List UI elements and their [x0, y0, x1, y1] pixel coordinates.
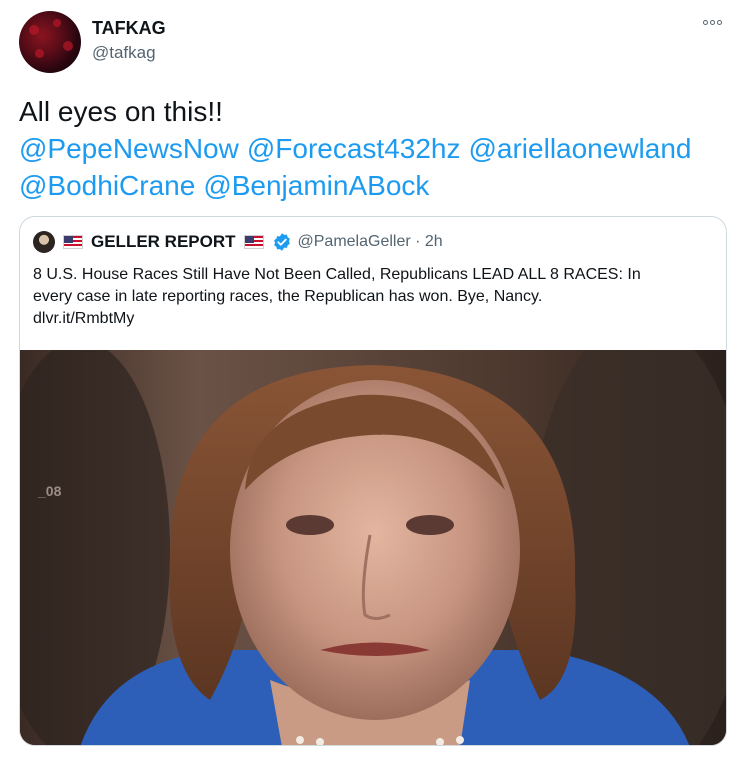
tweet-text: All eyes on this!! @PepeNewsNow @Forecast… [19, 93, 729, 204]
pearl [436, 738, 444, 745]
mention-link[interactable]: @Forecast432hz [247, 133, 461, 164]
quoted-text-line: every case in late reporting races, the … [33, 288, 543, 305]
mention-link[interactable]: @PepeNewsNow [19, 133, 239, 164]
pearl [456, 736, 464, 744]
mention-link[interactable]: @BenjaminABock [203, 170, 429, 201]
quoted-tweet-text: 8 U.S. House Races Still Have Not Been C… [33, 264, 717, 330]
quoted-author-name[interactable]: GELLER REPORT [91, 232, 236, 252]
mention-link[interactable]: @BodhiCrane [19, 170, 195, 201]
right-eye [406, 515, 454, 535]
quoted-tweet-card[interactable]: GELLER REPORT @PamelaGeller · 2h 8 U.S. … [19, 216, 727, 746]
tweet-line: All eyes on this!! [19, 96, 223, 127]
quoted-author-avatar[interactable] [33, 231, 55, 253]
avatar-pattern [29, 25, 39, 35]
pearl [296, 736, 304, 744]
mention-link[interactable]: @ariellaonewland [468, 133, 691, 164]
more-dot [717, 20, 722, 25]
mentions-line-1: @PepeNewsNow @Forecast432hz @ariellaonewla… [19, 130, 729, 167]
quoted-tweet-header: GELLER REPORT @PamelaGeller · 2h [33, 230, 443, 254]
quoted-tweet-image[interactable]: _08 [20, 350, 726, 745]
mentions-line-2: @BodhiCrane @BenjaminABock [19, 167, 729, 204]
left-eye [286, 515, 334, 535]
quoted-text-line: 8 U.S. House Races Still Have Not Been C… [33, 266, 641, 283]
us-flag-icon [243, 235, 264, 249]
author-handle[interactable]: @tafkag [92, 43, 156, 63]
image-background-label: _08 [37, 483, 62, 499]
verified-badge-icon [273, 233, 290, 251]
more-dot [703, 20, 708, 25]
photo-illustration: _08 [20, 350, 726, 745]
author-avatar[interactable] [19, 11, 81, 73]
more-dot [710, 20, 715, 25]
avatar-pattern [53, 19, 61, 27]
more-options-icon[interactable] [703, 20, 725, 30]
avatar-pattern [35, 49, 44, 58]
avatar-pattern [63, 41, 73, 51]
quoted-link[interactable]: dlvr.it/RmbtMy [33, 308, 717, 330]
quoted-handle-time[interactable]: @PamelaGeller · 2h [298, 233, 443, 251]
pearl [316, 738, 324, 745]
author-display-name[interactable]: TAFKAG [92, 18, 166, 39]
us-flag-icon [63, 235, 83, 249]
